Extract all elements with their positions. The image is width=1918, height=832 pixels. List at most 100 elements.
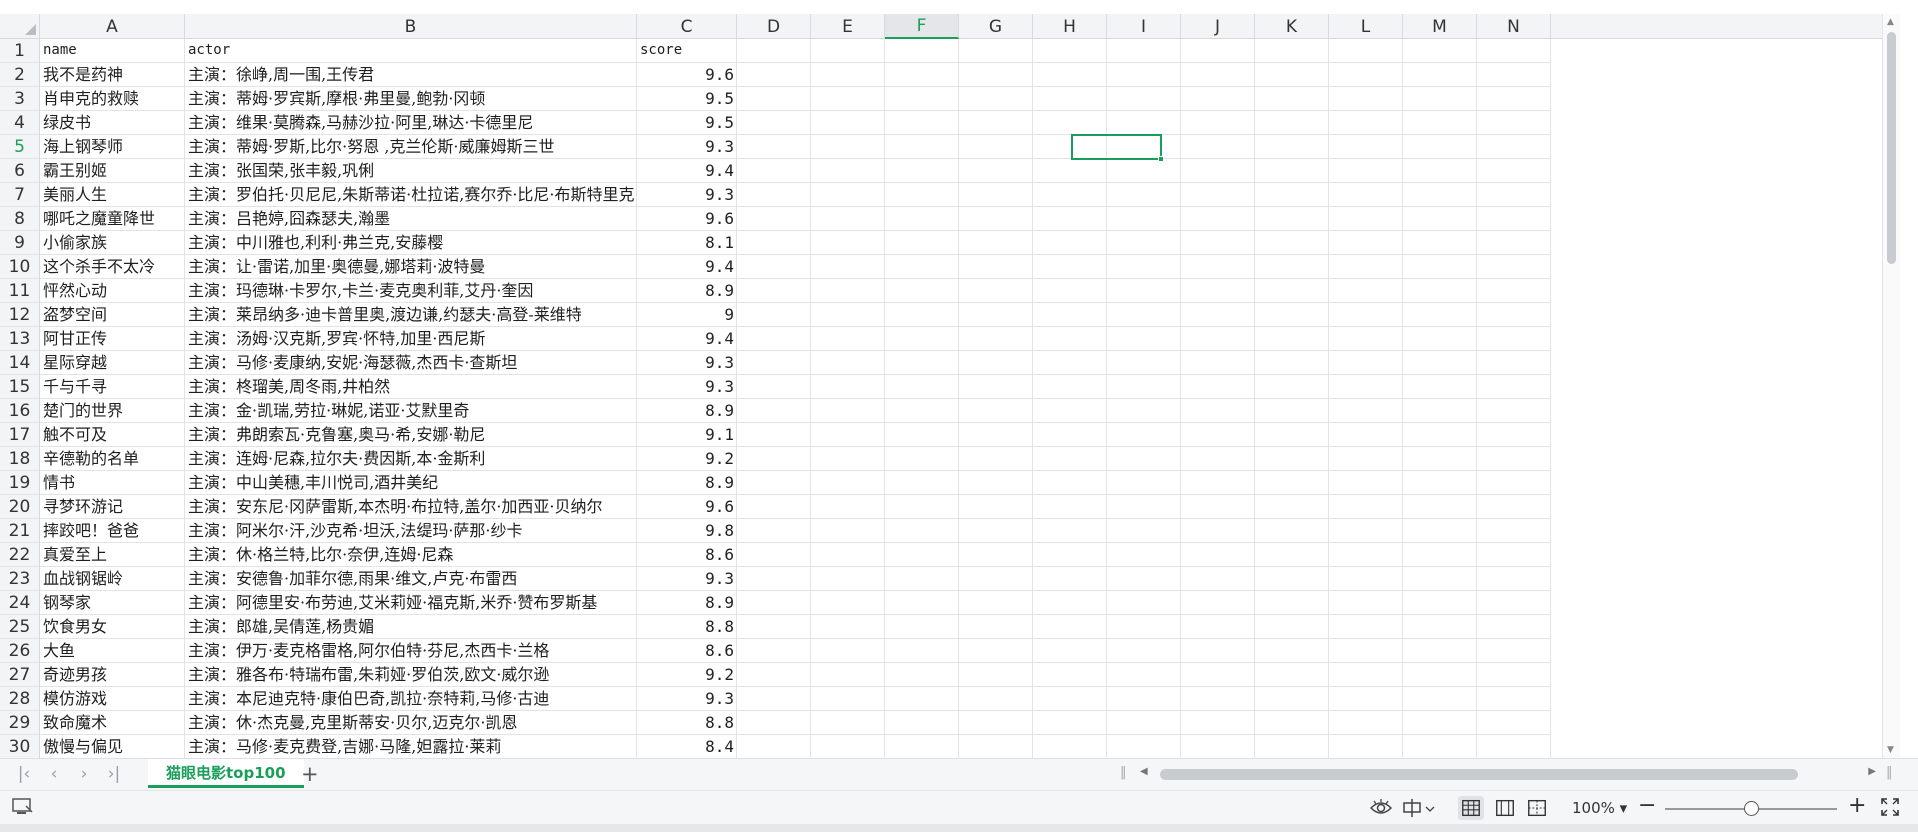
cell-n4[interactable]	[1477, 111, 1551, 135]
cell-h15[interactable]	[1033, 375, 1107, 399]
split-handle-icon[interactable]: ‖	[1120, 765, 1127, 780]
cell-e26[interactable]	[811, 639, 885, 663]
zoom-in-button[interactable]: +	[1848, 793, 1866, 818]
cell-d2[interactable]	[737, 63, 811, 87]
cell-i9[interactable]	[1107, 231, 1181, 255]
cell-h22[interactable]	[1033, 543, 1107, 567]
cell-m2[interactable]	[1403, 63, 1477, 87]
cell-b12[interactable]: 主演：莱昂纳多·迪卡普里奥,渡边谦,约瑟夫·高登-莱维特	[185, 303, 637, 327]
cell-g19[interactable]	[959, 471, 1033, 495]
cell-a28[interactable]: 模仿游戏	[40, 687, 185, 711]
cell-a10[interactable]: 这个杀手不太冷	[40, 255, 185, 279]
cell-d10[interactable]	[737, 255, 811, 279]
cell-h20[interactable]	[1033, 495, 1107, 519]
cell-a11[interactable]: 怦然心动	[40, 279, 185, 303]
cell-i12[interactable]	[1107, 303, 1181, 327]
cell-e2[interactable]	[811, 63, 885, 87]
cell-c12[interactable]: 9	[637, 303, 737, 327]
cell-f15[interactable]	[885, 375, 959, 399]
row-header-21[interactable]: 21	[0, 519, 39, 543]
cell-f8[interactable]	[885, 207, 959, 231]
cell-k13[interactable]	[1255, 327, 1329, 351]
cell-i1[interactable]	[1107, 39, 1181, 63]
cell-l21[interactable]	[1329, 519, 1403, 543]
cell-l14[interactable]	[1329, 351, 1403, 375]
cell-l22[interactable]	[1329, 543, 1403, 567]
cell-g15[interactable]	[959, 375, 1033, 399]
cell-h12[interactable]	[1033, 303, 1107, 327]
cell-f19[interactable]	[885, 471, 959, 495]
cell-c27[interactable]: 9.2	[637, 663, 737, 687]
column-header-f[interactable]: F	[885, 14, 959, 39]
cell-e21[interactable]	[811, 519, 885, 543]
cell-area[interactable]: name actor score 我不是药神 主演：徐峥,周一围,王传君 9.6 肖申克的救…	[40, 39, 1900, 758]
cell-h16[interactable]	[1033, 399, 1107, 423]
cell-e13[interactable]	[811, 327, 885, 351]
cell-b13[interactable]: 主演：汤姆·汉克斯,罗宾·怀特,加里·西尼斯	[185, 327, 637, 351]
cell-h26[interactable]	[1033, 639, 1107, 663]
row-header-28[interactable]: 28	[0, 687, 39, 711]
cell-l12[interactable]	[1329, 303, 1403, 327]
cell-d23[interactable]	[737, 567, 811, 591]
column-header-e[interactable]: E	[811, 14, 885, 39]
column-header-c[interactable]: C	[637, 14, 737, 39]
cell-h10[interactable]	[1033, 255, 1107, 279]
cell-k15[interactable]	[1255, 375, 1329, 399]
cell-h11[interactable]	[1033, 279, 1107, 303]
cell-d25[interactable]	[737, 615, 811, 639]
cell-i17[interactable]	[1107, 423, 1181, 447]
cell-k11[interactable]	[1255, 279, 1329, 303]
cell-l30[interactable]	[1329, 735, 1403, 758]
cell-n19[interactable]	[1477, 471, 1551, 495]
row-header-26[interactable]: 26	[0, 639, 39, 663]
cell-k3[interactable]	[1255, 87, 1329, 111]
page-layout-view-icon[interactable]	[1492, 796, 1518, 820]
cell-e8[interactable]	[811, 207, 885, 231]
cell-n20[interactable]	[1477, 495, 1551, 519]
cell-j11[interactable]	[1181, 279, 1255, 303]
cell-j16[interactable]	[1181, 399, 1255, 423]
cell-j1[interactable]	[1181, 39, 1255, 63]
cell-d14[interactable]	[737, 351, 811, 375]
cell-j7[interactable]	[1181, 183, 1255, 207]
cell-i30[interactable]	[1107, 735, 1181, 758]
cell-c8[interactable]: 9.6	[637, 207, 737, 231]
cell-b11[interactable]: 主演：玛德琳·卡罗尔,卡兰·麦克奥利菲,艾丹·奎因	[185, 279, 637, 303]
cell-c26[interactable]: 8.6	[637, 639, 737, 663]
cell-d13[interactable]	[737, 327, 811, 351]
cell-j15[interactable]	[1181, 375, 1255, 399]
cell-f22[interactable]	[885, 543, 959, 567]
cell-j18[interactable]	[1181, 447, 1255, 471]
cell-g20[interactable]	[959, 495, 1033, 519]
cell-g6[interactable]	[959, 159, 1033, 183]
cell-m1[interactable]	[1403, 39, 1477, 63]
cell-b2[interactable]: 主演：徐峥,周一围,王传君	[185, 63, 637, 87]
cell-e6[interactable]	[811, 159, 885, 183]
last-sheet-icon[interactable]: ›|	[104, 764, 124, 784]
cell-d11[interactable]	[737, 279, 811, 303]
cell-n8[interactable]	[1477, 207, 1551, 231]
cell-f2[interactable]	[885, 63, 959, 87]
cell-m8[interactable]	[1403, 207, 1477, 231]
cell-n29[interactable]	[1477, 711, 1551, 735]
cell-b5[interactable]: 主演：蒂姆·罗斯,比尔·努恩 ,克兰伦斯·威廉姆斯三世	[185, 135, 637, 159]
cell-g8[interactable]	[959, 207, 1033, 231]
cell-c6[interactable]: 9.4	[637, 159, 737, 183]
cell-d15[interactable]	[737, 375, 811, 399]
cell-g21[interactable]	[959, 519, 1033, 543]
cell-k30[interactable]	[1255, 735, 1329, 758]
cell-m21[interactable]	[1403, 519, 1477, 543]
cell-f23[interactable]	[885, 567, 959, 591]
eye-protection-icon[interactable]	[1370, 798, 1392, 818]
cell-c24[interactable]: 8.9	[637, 591, 737, 615]
cell-a3[interactable]: 肖申克的救赎	[40, 87, 185, 111]
cell-h18[interactable]	[1033, 447, 1107, 471]
cell-g22[interactable]	[959, 543, 1033, 567]
vertical-scroll-thumb[interactable]	[1887, 32, 1896, 264]
scroll-up-icon[interactable]: ▲	[1887, 17, 1894, 27]
cell-j8[interactable]	[1181, 207, 1255, 231]
cell-j10[interactable]	[1181, 255, 1255, 279]
cell-f5[interactable]	[885, 135, 959, 159]
cell-m4[interactable]	[1403, 111, 1477, 135]
cell-k17[interactable]	[1255, 423, 1329, 447]
